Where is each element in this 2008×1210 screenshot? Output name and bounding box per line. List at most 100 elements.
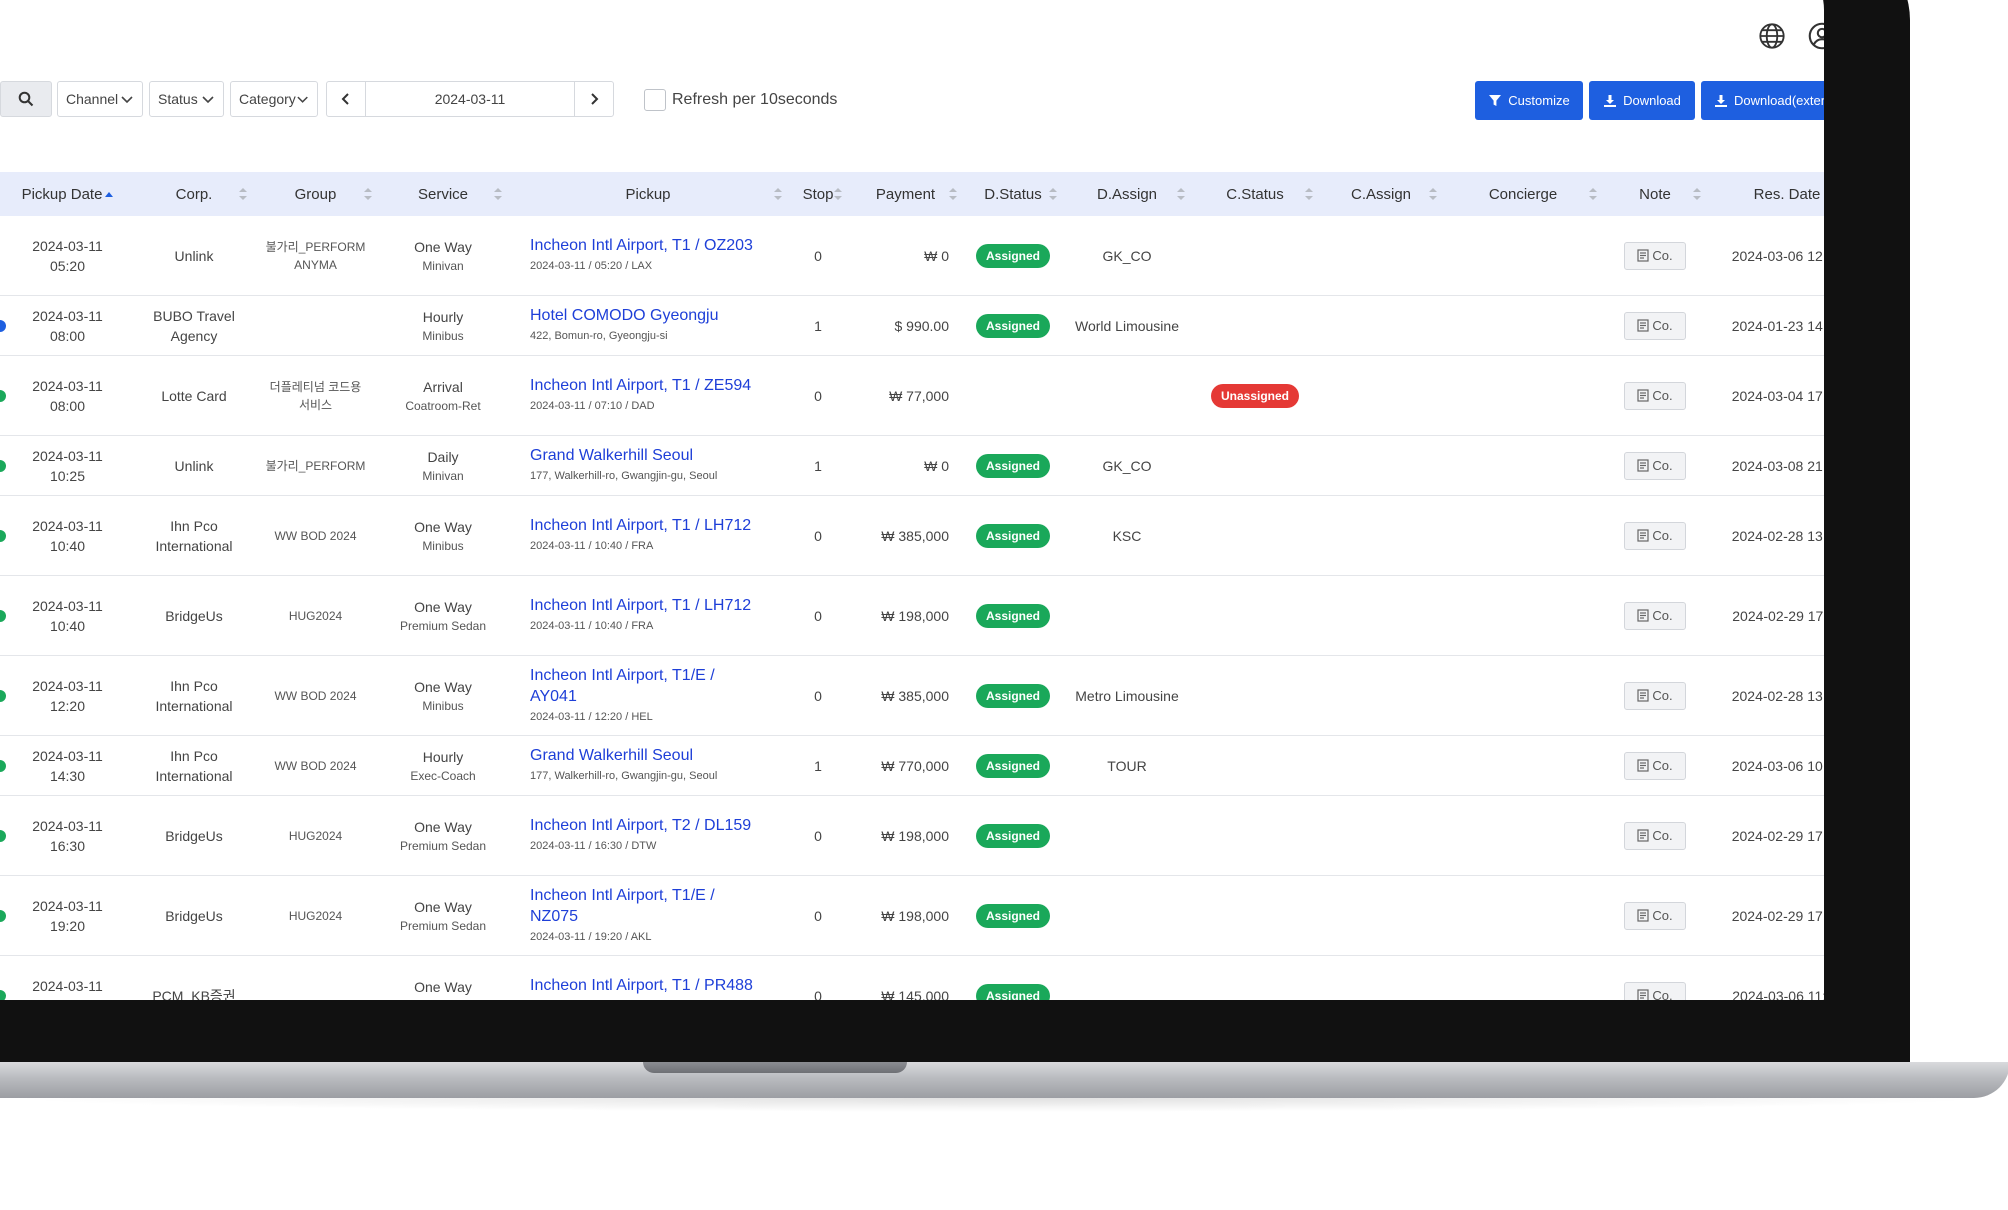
status-select[interactable]: Status (149, 81, 224, 117)
column-header-d-assign[interactable]: D.Assign (1063, 172, 1191, 216)
table-row[interactable]: 2024-03-11 10:40 BridgeUs HUG2024 One Way Pre… (0, 576, 1824, 656)
note-button[interactable]: Co. (1624, 821, 1686, 850)
cell-concierge (1443, 436, 1603, 495)
reservation-table: Pickup Date Corp. Group Service Pickup Stop Pa… (0, 172, 1824, 1000)
header-icons (1758, 22, 1824, 50)
payment-amount: ₩ 385,000 (881, 687, 949, 704)
driver-status-badge: Assigned (975, 823, 1050, 848)
driver-status-badge: Assigned (975, 313, 1050, 338)
column-header-label: Stop (802, 185, 834, 203)
note-button[interactable]: Co. (1624, 521, 1686, 550)
pickup-location-link[interactable]: Grand Walkerhill Seoul (530, 445, 693, 466)
table-row[interactable]: 2024-03-11 19:20 BridgeUs HUG2024 One Way Pre… (0, 876, 1824, 956)
cell-pickup: Hotel COMODO Gyeongju 422, Bomun-ro, Gyeo… (508, 296, 788, 355)
pickup-time: 05:20 (49, 257, 86, 274)
note-button[interactable]: Co. (1624, 381, 1686, 410)
column-header-pickup[interactable]: Pickup (508, 172, 788, 216)
table-row[interactable]: 2024-03-11 16:30 BridgeUs HUG2024 One Way Pre… (0, 796, 1824, 876)
note-icon (1637, 989, 1649, 1000)
refresh-checkbox[interactable] (644, 89, 666, 111)
column-header-note[interactable]: Note (1603, 172, 1707, 216)
column-header-c-status[interactable]: C.Status (1191, 172, 1319, 216)
table-row[interactable]: 2024-03-11 14:30 Ihn Pco International WW B… (0, 736, 1824, 796)
date-input[interactable]: 2024-03-11 (365, 82, 575, 116)
category-select[interactable]: Category (230, 81, 318, 117)
prev-date-button[interactable] (327, 82, 365, 116)
cell-corp: Unlink (135, 436, 253, 495)
driver-assign: Metro Limousine (1075, 687, 1179, 704)
note-button[interactable]: Co. (1624, 601, 1686, 630)
pickup-location-link[interactable]: Incheon Intl Airport, T1 / OZ203 (530, 235, 753, 256)
corp-name: Lotte Card (161, 387, 227, 404)
laptop-base (0, 1062, 2008, 1098)
refresh-label: Refresh per 10seconds (672, 91, 838, 108)
column-header-d-status[interactable]: D.Status (963, 172, 1063, 216)
note-button[interactable]: Co. (1624, 901, 1686, 930)
column-header-concierge[interactable]: Concierge (1443, 172, 1603, 216)
column-header-corp[interactable]: Corp. (135, 172, 253, 216)
pickup-location-link[interactable]: Incheon Intl Airport, T1 / LH712 (530, 515, 751, 536)
table-row[interactable]: 2024-03-11 05:20 Unlink 불가리_PERFORM ANYMA On… (0, 216, 1824, 296)
column-header-c-assign[interactable]: C.Assign (1319, 172, 1443, 216)
cell-d-assign (1063, 876, 1191, 955)
cell-res-date: 2024-02-29 17:10 (1707, 876, 1824, 955)
user-circle-icon[interactable] (1808, 22, 1824, 50)
pickup-location-link[interactable]: Hotel COMODO Gyeongju (530, 305, 719, 326)
column-header-payment[interactable]: Payment (848, 172, 963, 216)
table-row[interactable]: 2024-03-11 08:00 Lotte Card 더플레티넘 코드용 서비스 Ar… (0, 356, 1824, 436)
channel-select-label: Channel (66, 91, 119, 107)
customize-button[interactable]: Customize (1475, 81, 1583, 120)
pickup-location-link[interactable]: Incheon Intl Airport, T2 / DL159 (530, 815, 751, 836)
cell-pickup-date: 2024-03-11 10:40 (0, 576, 135, 655)
cell-note: Co. (1603, 736, 1707, 795)
cell-pickup-date: 2024-03-11 10:25 (0, 436, 135, 495)
table-row[interactable]: 2024-03-11 10:25 Unlink 불가리_PERFORM Daily Min… (0, 436, 1824, 496)
note-button[interactable]: Co. (1624, 751, 1686, 780)
note-button[interactable]: Co. (1624, 981, 1686, 1000)
cell-corp: Ihn Pco International (135, 656, 253, 735)
pickup-location-link[interactable]: Grand Walkerhill Seoul (530, 745, 693, 766)
table-row[interactable]: 2024-03-11 12:20 Ihn Pco International WW B… (0, 656, 1824, 736)
vehicle-type: Exec-Coach (410, 768, 476, 783)
column-header-label: Concierge (1488, 185, 1558, 203)
channel-select[interactable]: Channel (57, 81, 143, 117)
pickup-location-link[interactable]: Incheon Intl Airport, T1/E / NZ075 (530, 885, 758, 927)
driver-assign: World Limousine (1074, 317, 1179, 334)
column-header-group[interactable]: Group (253, 172, 378, 216)
download-extended-button[interactable]: Download(extended) (1701, 81, 1824, 120)
cell-stop: 0 (788, 496, 848, 575)
note-button[interactable]: Co. (1624, 451, 1686, 480)
column-header-stop[interactable]: Stop (788, 172, 848, 216)
sort-icon (774, 188, 782, 200)
note-button[interactable]: Co. (1624, 681, 1686, 710)
table-row[interactable]: 2024-03-11 08:00 BUBO Travel Agency Hourly M… (0, 296, 1824, 356)
search-button[interactable] (0, 81, 52, 117)
service-type: Arrival (423, 378, 463, 395)
pickup-date: 2024-03-11 (32, 897, 103, 914)
column-header-label: D.Status (984, 185, 1042, 203)
note-button[interactable]: Co. (1624, 311, 1686, 340)
cell-service: Daily Minivan (378, 436, 508, 495)
table-row[interactable]: 2024-03-11 10:40 Ihn Pco International WW B… (0, 496, 1824, 576)
cell-stop: 0 (788, 576, 848, 655)
cell-c-assign (1319, 436, 1443, 495)
globe-icon[interactable] (1758, 22, 1786, 50)
cell-c-assign (1319, 956, 1443, 1000)
pickup-location-link[interactable]: Incheon Intl Airport, T1 / LH712 (530, 595, 751, 616)
pickup-location-link[interactable]: Incheon Intl Airport, T1 / PR488 (530, 975, 753, 996)
sort-ascending-icon (105, 191, 114, 197)
download-button[interactable]: Download (1589, 81, 1695, 120)
column-header-res-date[interactable]: Res. Date (1707, 172, 1824, 216)
table-row[interactable]: 2024-03-11 19:45 PCM_KB증권 One Way Executive … (0, 956, 1824, 1000)
column-header-pickup-date[interactable]: Pickup Date (0, 172, 135, 216)
note-icon (1637, 609, 1649, 622)
pickup-location-link[interactable]: Incheon Intl Airport, T1/E / AY041 (530, 665, 758, 707)
pickup-location-link[interactable]: Incheon Intl Airport, T1 / ZE594 (530, 375, 751, 396)
driver-status-badge: Assigned (975, 243, 1050, 268)
next-date-button[interactable] (575, 82, 613, 116)
note-button[interactable]: Co. (1624, 241, 1686, 270)
chevron-down-icon (121, 96, 133, 104)
payment-amount: ₩ 0 (924, 457, 949, 474)
column-header-label: Corp. (175, 185, 213, 203)
column-header-service[interactable]: Service (378, 172, 508, 216)
